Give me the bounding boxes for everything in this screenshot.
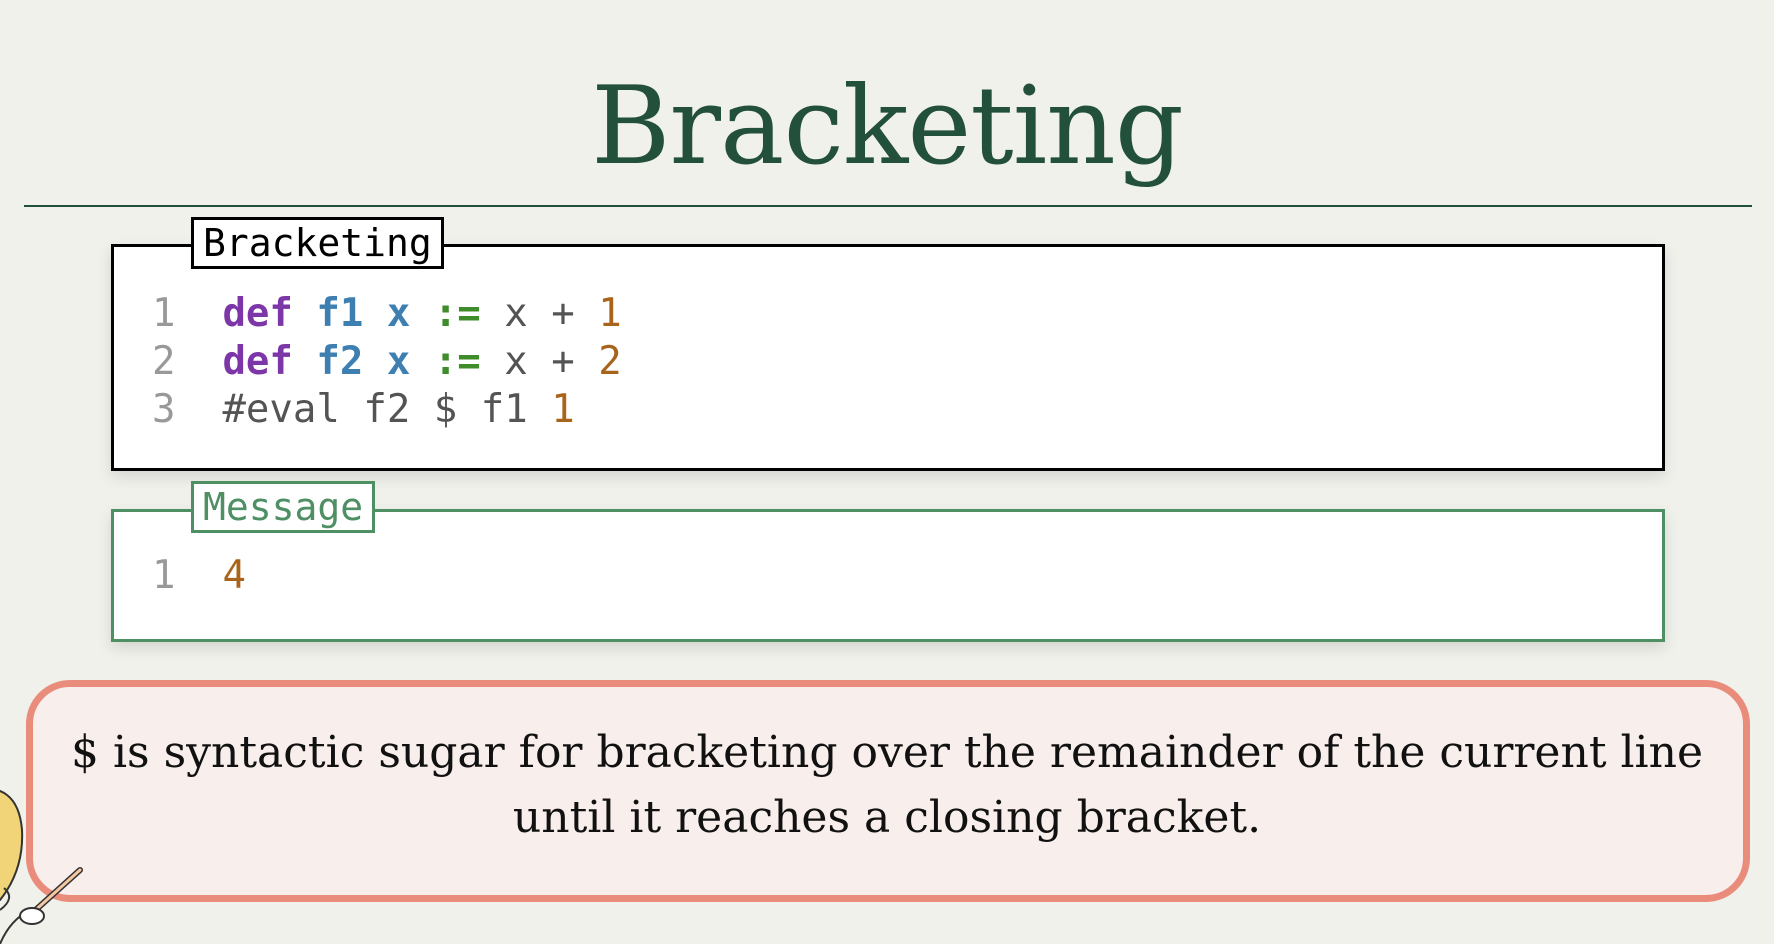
code-line-1: 1 def f1 x := x + 1: [152, 290, 622, 338]
assign-operator-token: :=: [433, 339, 481, 384]
expression-token: x +: [480, 291, 599, 336]
title-divider: [24, 205, 1752, 207]
parameter-token: x: [386, 339, 411, 384]
number-token: 2: [598, 339, 622, 384]
slide-title: Bracketing: [591, 64, 1184, 189]
keyword-token: def: [222, 339, 293, 384]
callout-line-1: $ is syntactic sugar for bracketing over…: [70, 727, 1704, 778]
number-token: 1: [598, 291, 622, 336]
code-line-3: 3 #eval f2 $ f1 1: [152, 386, 575, 434]
keyword-token: def: [222, 291, 293, 336]
function-name-token: f2: [316, 339, 364, 384]
assign-operator-token: :=: [433, 291, 481, 336]
message-line-1: 1 4: [152, 552, 246, 600]
callout-line-2: until it reaches a closing bracket.: [512, 792, 1262, 843]
code-line-2: 2 def f2 x := x + 2: [152, 338, 622, 386]
expression-token: x +: [480, 339, 599, 384]
line-number: 3: [152, 387, 176, 432]
line-number: 1: [152, 291, 176, 336]
number-token: 1: [551, 387, 575, 432]
pointer-mascot-icon: [0, 790, 83, 944]
callout-text: $ is syntactic sugar for bracketing over…: [40, 720, 1734, 850]
parameter-token: x: [386, 291, 411, 336]
eval-command-token: #eval f2 $ f1: [222, 387, 552, 432]
message-value: 4: [222, 553, 246, 598]
code-panel-label: Bracketing: [191, 217, 444, 269]
function-name-token: f1: [316, 291, 364, 336]
message-panel-label: Message: [191, 481, 376, 533]
line-number: 2: [152, 339, 176, 384]
line-number: 1: [152, 553, 176, 598]
